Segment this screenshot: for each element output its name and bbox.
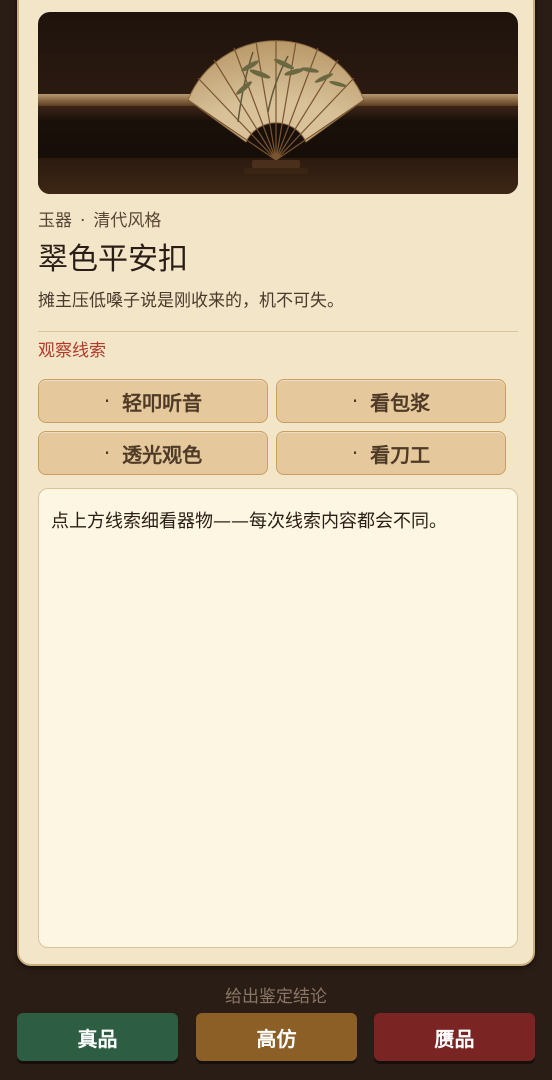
- divider: [38, 331, 518, 332]
- item-meta: 玉器 · 清代风格: [38, 206, 161, 231]
- clue-button-carving[interactable]: · 看刀工: [276, 431, 506, 475]
- clue-label: 看包浆: [370, 390, 431, 415]
- verdict-replica-button[interactable]: 高仿: [196, 1013, 357, 1061]
- bullet-icon: ·: [351, 389, 359, 413]
- item-description: 摊主压低嗓子说是刚收来的，机不可失。: [38, 291, 344, 311]
- clues-heading: 观察线索: [38, 341, 106, 361]
- clue-notes-panel: 点上方线索细看器物——每次线索内容都会不同。: [38, 488, 518, 948]
- item-category: 玉器: [38, 211, 72, 231]
- bullet-icon: ·: [103, 441, 111, 465]
- item-card: 玉器 · 清代风格 翠色平安扣 摊主压低嗓子说是刚收来的，机不可失。 观察线索 · 轻…: [17, 0, 535, 966]
- clue-button-patina[interactable]: · 看包浆: [276, 379, 506, 423]
- clue-label: 轻叩听音: [122, 390, 203, 415]
- clue-label: 透光观色: [122, 442, 203, 467]
- item-image: [38, 12, 518, 194]
- verdict-genuine-button[interactable]: 真品: [17, 1013, 178, 1061]
- bullet-icon: ·: [103, 389, 111, 413]
- clue-button-knock[interactable]: · 轻叩听音: [38, 379, 268, 423]
- bullet-icon: ·: [351, 441, 359, 465]
- clue-notes-text: 点上方线索细看器物——每次线索内容都会不同。: [51, 511, 447, 532]
- meta-separator: ·: [80, 211, 86, 231]
- item-title: 翠色平安扣: [38, 242, 188, 277]
- clue-button-translucency[interactable]: · 透光观色: [38, 431, 268, 475]
- verdict-fake-button[interactable]: 赝品: [374, 1013, 535, 1061]
- folding-fan-illustration: [187, 40, 365, 174]
- clue-label: 看刀工: [370, 442, 431, 467]
- verdict-heading: 给出鉴定结论: [225, 987, 327, 1007]
- item-style: 清代风格: [93, 211, 162, 231]
